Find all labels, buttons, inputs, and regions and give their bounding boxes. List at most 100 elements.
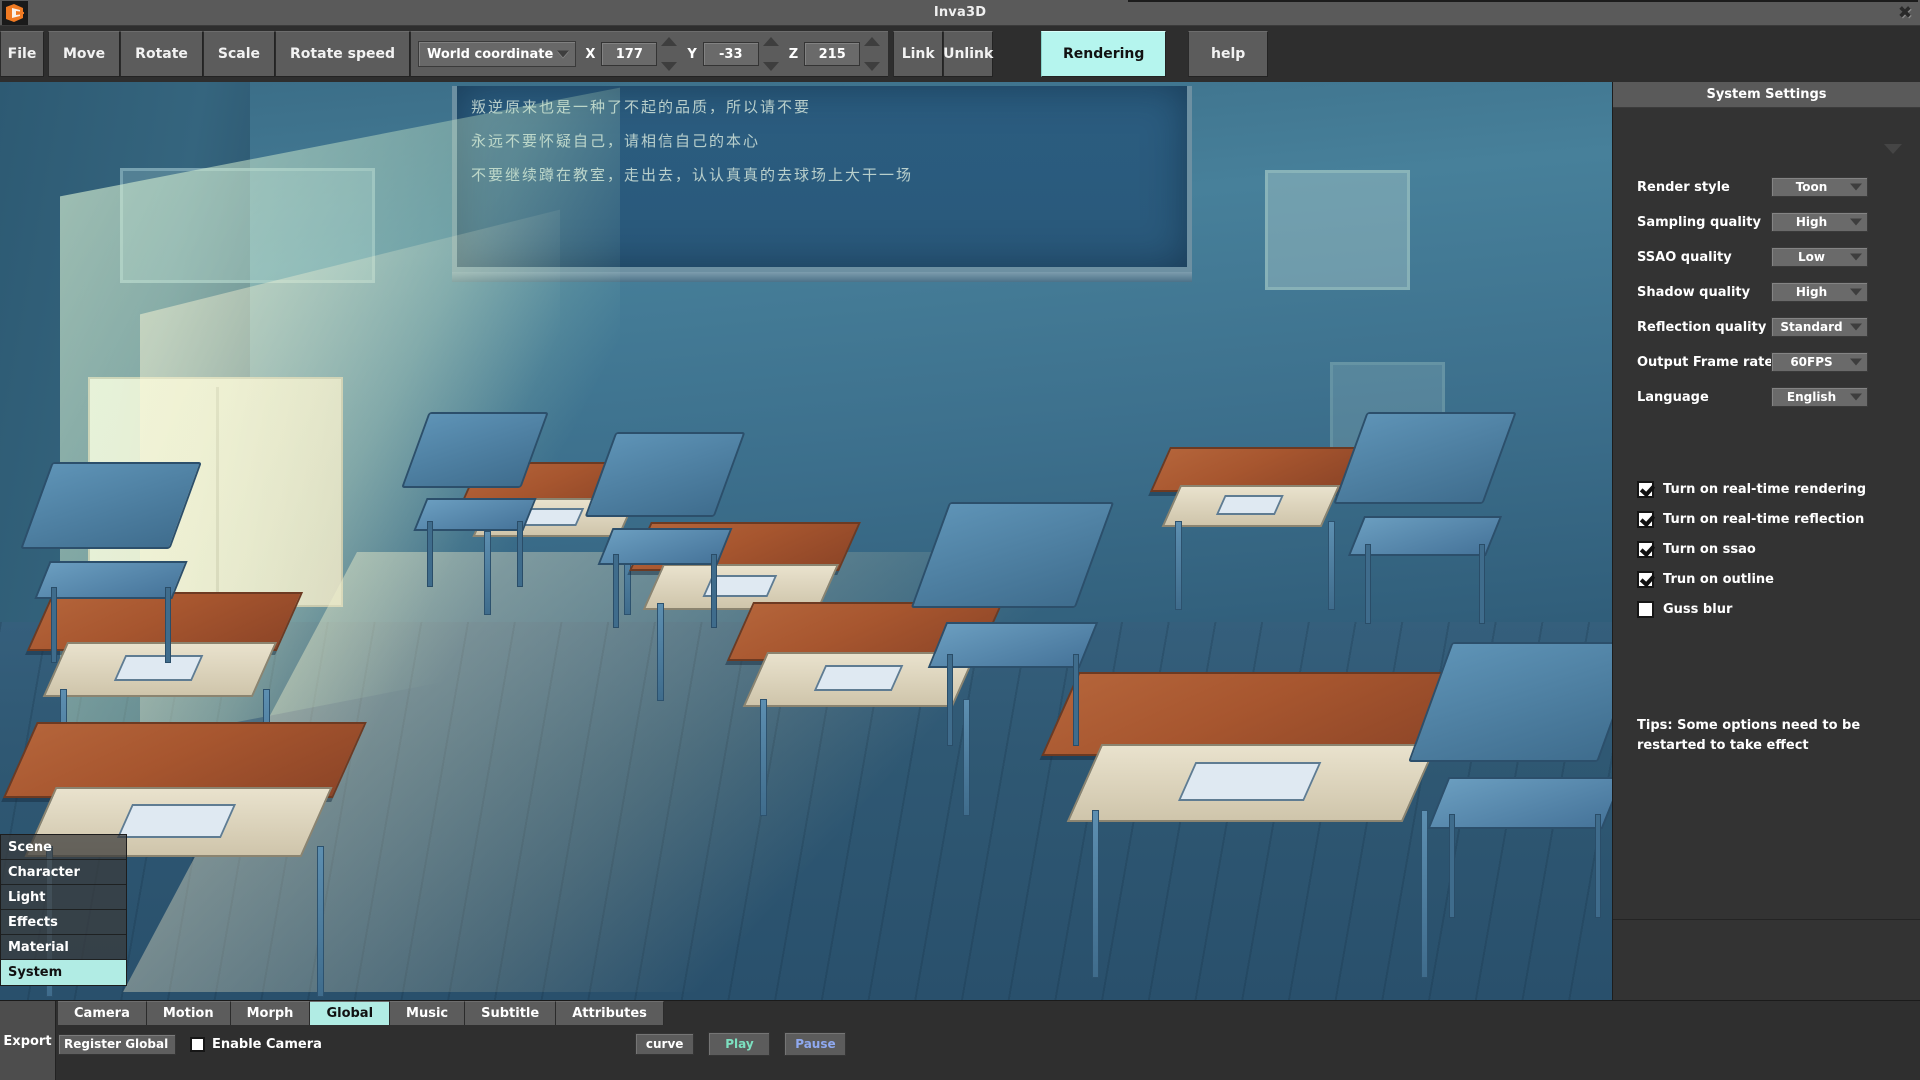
- setting-label: Shadow quality: [1637, 284, 1751, 300]
- checkbox-turn-on-real-time-reflection[interactable]: Turn on real-time reflection: [1637, 509, 1864, 529]
- desk-label: [813, 665, 904, 692]
- chair-back: [1333, 412, 1517, 504]
- checkbox-label: Turn on real-time reflection: [1663, 511, 1865, 527]
- bottom-bar: Export Camera Motion Morph Global Music Subti…: [0, 1000, 1920, 1080]
- setting-label: SSAO quality: [1637, 249, 1732, 265]
- settings-tips: Tips: Some options need to be restarted …: [1637, 718, 1861, 753]
- setting-label: Language: [1637, 389, 1709, 405]
- tab-camera[interactable]: Camera: [58, 1001, 147, 1025]
- tab-motion[interactable]: Motion: [146, 1001, 231, 1025]
- menu-item-system[interactable]: System: [1, 960, 126, 985]
- register-global-input[interactable]: Register Global: [58, 1033, 176, 1055]
- y-axis-label: Y: [687, 46, 697, 62]
- setting-select[interactable]: English: [1771, 387, 1868, 407]
- menu-item-scene[interactable]: Scene: [1, 835, 126, 860]
- move-button[interactable]: Move: [48, 31, 121, 77]
- x-axis-label: X: [585, 46, 596, 62]
- chair-leg: [1595, 813, 1601, 918]
- help-button[interactable]: help: [1188, 31, 1269, 77]
- x-stepper[interactable]: [660, 37, 678, 71]
- tab-global[interactable]: Global: [310, 1001, 391, 1025]
- setting-select[interactable]: High: [1771, 282, 1868, 302]
- setting-select[interactable]: Standard: [1771, 317, 1868, 337]
- play-button[interactable]: Play: [708, 1032, 771, 1056]
- tab-attributes[interactable]: Attributes: [556, 1001, 664, 1025]
- rendering-button[interactable]: Rendering: [1041, 31, 1167, 77]
- unlink-button[interactable]: Unlink: [943, 31, 993, 77]
- checkbox-label: Guss blur: [1663, 601, 1733, 617]
- checkbox-guss-blur[interactable]: Guss blur: [1637, 599, 1732, 619]
- caret-up-icon[interactable]: [864, 37, 881, 46]
- pause-button[interactable]: Pause: [784, 1032, 847, 1056]
- setting-select[interactable]: Toon: [1771, 177, 1868, 197]
- setting-select[interactable]: 60FPS: [1771, 352, 1868, 372]
- menu-item-character[interactable]: Character: [1, 860, 126, 885]
- setting-row: Language English: [1637, 386, 1909, 408]
- system-settings-body: Tips: Some options need to be restarted …: [1613, 108, 1920, 920]
- tab-morph[interactable]: Morph: [230, 1001, 311, 1025]
- x-input[interactable]: 177: [601, 42, 658, 66]
- coordinate-mode-select[interactable]: World coordinate: [418, 41, 577, 67]
- chevron-down-icon: [1850, 393, 1862, 401]
- enable-camera-label: Enable Camera: [212, 1036, 322, 1052]
- setting-value: High: [1795, 285, 1828, 299]
- desk-leg: [316, 846, 324, 998]
- chair-leg: [1072, 653, 1079, 746]
- y-stepper[interactable]: [762, 37, 780, 71]
- file-menu-button[interactable]: File: [0, 31, 44, 77]
- export-button[interactable]: Export: [0, 1001, 56, 1080]
- checkmark-icon[interactable]: [1637, 480, 1654, 498]
- caret-up-icon[interactable]: [762, 37, 779, 46]
- panel-collapse-icon[interactable]: [1884, 144, 1902, 154]
- chair-leg: [517, 520, 523, 587]
- menu-item-light[interactable]: Light: [1, 885, 126, 910]
- setting-row: Output Frame rate 60FPS: [1637, 351, 1909, 373]
- checkbox-turn-on-real-time-rendering[interactable]: Turn on real-time rendering: [1637, 479, 1866, 499]
- caret-up-icon[interactable]: [661, 37, 678, 46]
- enable-camera-checkbox[interactable]: Enable Camera: [190, 1036, 322, 1052]
- setting-label: Reflection quality: [1637, 319, 1767, 335]
- close-icon[interactable]: ✖: [1894, 3, 1916, 23]
- chevron-down-icon: [1850, 183, 1862, 191]
- system-settings-footer: [1613, 920, 1920, 999]
- viewport-3d[interactable]: 叛逆原来也是一种了不起的品质，所以请不要 永远不要怀疑自己，请相信自己的本心 不…: [0, 82, 1612, 1000]
- z-stepper[interactable]: [863, 37, 881, 71]
- checkbox-box-icon[interactable]: [1637, 600, 1654, 618]
- chair-leg: [711, 554, 717, 629]
- tab-subtitle[interactable]: Subtitle: [465, 1001, 557, 1025]
- system-settings-title: System Settings: [1613, 82, 1920, 108]
- caret-down-icon[interactable]: [762, 62, 779, 71]
- checkbox-turn-on-ssao[interactable]: Turn on ssao: [1637, 539, 1756, 559]
- desk-leg: [1327, 520, 1335, 611]
- scale-button[interactable]: Scale: [202, 31, 276, 77]
- chair-back: [20, 462, 202, 550]
- setting-select[interactable]: High: [1771, 212, 1868, 232]
- tab-music[interactable]: Music: [390, 1001, 466, 1025]
- desk-leg: [1092, 810, 1099, 978]
- checkmark-icon[interactable]: [1637, 510, 1654, 528]
- curve-button[interactable]: curve: [634, 1033, 695, 1055]
- caret-down-icon[interactable]: [864, 62, 881, 71]
- z-input[interactable]: 215: [804, 42, 861, 66]
- desk-label: [113, 655, 204, 682]
- setting-row: Shadow quality High: [1637, 281, 1909, 303]
- menu-item-effects[interactable]: Effects: [1, 910, 126, 935]
- y-input[interactable]: -33: [702, 42, 759, 66]
- system-settings-panel: System Settings Tips: Some options need …: [1612, 82, 1920, 1000]
- checkmark-icon[interactable]: [1637, 570, 1654, 588]
- setting-select[interactable]: Low: [1771, 247, 1868, 267]
- link-button[interactable]: Link: [893, 31, 944, 77]
- checkbox-box-icon[interactable]: [190, 1036, 205, 1052]
- checkbox-label: Trun on outline: [1663, 571, 1774, 587]
- bottom-tabs: Camera Motion Morph Global Music Subtitle Attr…: [58, 1001, 664, 1025]
- rotate-button[interactable]: Rotate: [120, 31, 203, 77]
- caret-down-icon[interactable]: [661, 62, 678, 71]
- rotate-speed-button[interactable]: Rotate speed: [275, 31, 410, 77]
- setting-value: Standard: [1780, 320, 1843, 334]
- chair: [20, 462, 202, 664]
- menu-item-material[interactable]: Material: [1, 935, 126, 960]
- window-title: Inva3D: [933, 5, 987, 20]
- checkbox-trun-on-outline[interactable]: Trun on outline: [1637, 569, 1774, 589]
- chair-leg: [946, 653, 953, 746]
- checkmark-icon[interactable]: [1637, 540, 1654, 558]
